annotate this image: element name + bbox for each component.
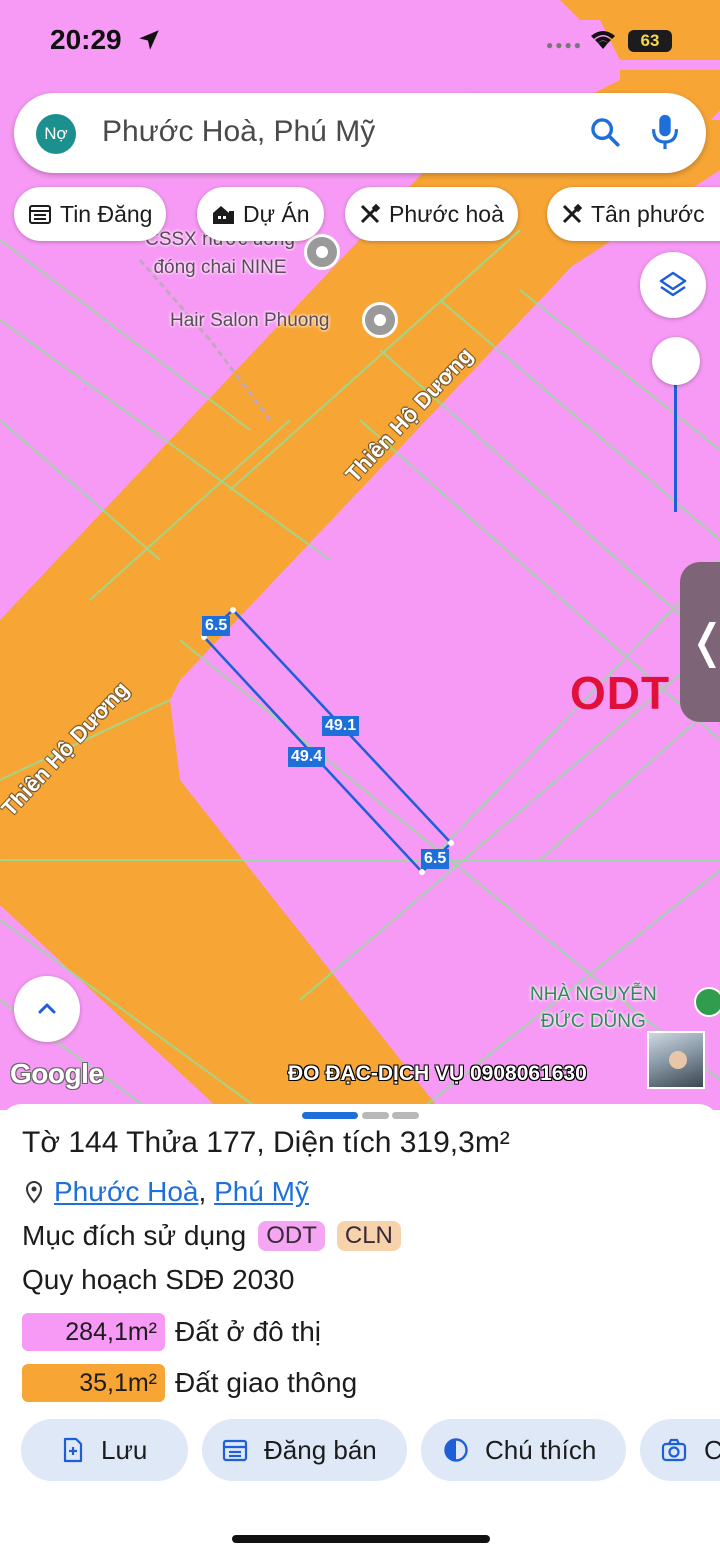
poi-label-nguyen[interactable]: NHÀ NGUYỄN ĐỨC DŨNG: [530, 981, 657, 1035]
district-link[interactable]: Phú Mỹ: [214, 1176, 309, 1208]
avatar[interactable]: Nợ: [36, 114, 76, 154]
microphone-icon[interactable]: [650, 112, 680, 152]
tools-icon: [360, 203, 381, 224]
calendar-icon: [29, 205, 51, 224]
chip-label: Tân phước: [591, 200, 705, 227]
chevron-left-icon: ❬: [688, 614, 720, 668]
tools-icon: [562, 203, 583, 224]
purpose-tag-odt[interactable]: ODT: [258, 1221, 325, 1251]
battery-icon: 63: [628, 30, 672, 52]
expand-sheet-button[interactable]: [14, 976, 80, 1042]
calendar-icon: [222, 1439, 248, 1462]
chip-label: Phước hoà: [389, 200, 504, 227]
lot-measure-bottom: 6.5: [421, 849, 450, 869]
contrast-icon: [444, 1438, 468, 1462]
signal-icon: ●●●●: [546, 38, 583, 52]
pager-dot[interactable]: [362, 1112, 389, 1119]
home-indicator[interactable]: [232, 1535, 490, 1543]
location-arrow-icon: [139, 30, 159, 50]
poi-label-nguyen-line2: ĐỨC DŨNG: [540, 1011, 646, 1032]
chevron-up-icon: [38, 1003, 56, 1014]
save-button-label: Lưu: [101, 1434, 148, 1465]
poi-label-salon[interactable]: Hair Salon Phuong: [170, 310, 330, 332]
zone-code-label: ODT: [570, 667, 671, 719]
lot-measure-left: 49.4: [288, 747, 326, 767]
chip-listings[interactable]: Tin Đăng: [14, 187, 167, 241]
lot-outline: [202, 608, 453, 874]
legend-button[interactable]: Chú thích: [421, 1419, 626, 1481]
area-row-residential: 284,1m² Đất ở đô thị: [22, 1313, 321, 1351]
wifi-icon: [591, 31, 615, 49]
side-panel-toggle[interactable]: ❬: [680, 562, 720, 722]
search-bar[interactable]: Nợ Phước Hoà, Phú Mỹ: [14, 93, 706, 173]
chip-label: Dự Án: [243, 200, 310, 227]
area-value: 284,1m²: [22, 1313, 165, 1351]
camera-icon: [661, 1438, 687, 1462]
search-icon[interactable]: [588, 115, 622, 149]
building-icon: [213, 206, 234, 224]
area-row-traffic: 35,1m² Đất giao thông: [22, 1364, 357, 1402]
capture-button-label: C: [704, 1434, 720, 1465]
legend-button-label: Chú thích: [485, 1434, 597, 1465]
watermark-text: ĐO ĐẠC-DỊCH VỤ 0908061630: [288, 1062, 587, 1085]
layers-icon: [659, 271, 687, 297]
save-button[interactable]: Lưu: [21, 1419, 188, 1481]
watermark-photo: [647, 1031, 705, 1089]
location-pin-icon: [25, 1181, 43, 1204]
opacity-slider-thumb[interactable]: [652, 337, 700, 385]
purpose-row: Mục đích sử dụng ODT CLN: [22, 1220, 401, 1252]
capture-button[interactable]: C: [640, 1419, 720, 1481]
google-logo: Google: [10, 1058, 104, 1089]
chip-tan-phuoc[interactable]: Tân phước: [547, 187, 720, 241]
post-sale-button-label: Đăng bán: [264, 1434, 377, 1465]
purpose-tag-cln[interactable]: CLN: [336, 1221, 401, 1251]
lot-measure-top: 6.5: [202, 616, 231, 636]
search-input[interactable]: Phước Hoà, Phú Mỹ: [102, 115, 375, 149]
chip-phuoc-hoa[interactable]: Phước hoà: [345, 187, 518, 241]
lot-measure-right: 49.1: [322, 716, 360, 736]
parcel-location: Phước Hoà, Phú Mỹ: [22, 1176, 309, 1208]
area-label: Đất giao thông: [175, 1367, 358, 1398]
poi-label-nguyen-line1: NHÀ NGUYỄN: [530, 984, 657, 1005]
area-value: 35,1m²: [22, 1364, 165, 1402]
status-time: 20:29: [50, 24, 122, 55]
pager-dot[interactable]: [392, 1112, 419, 1119]
area-label: Đất ở đô thị: [175, 1316, 321, 1347]
parcel-sheet: Tờ 144 Thửa 177, Diện tích 319,3m² Phước…: [0, 1104, 720, 1557]
tree-icon[interactable]: [694, 987, 720, 1017]
plan-label: Quy hoạch SDĐ 2030: [22, 1264, 295, 1295]
pager-dot-active[interactable]: [302, 1112, 358, 1119]
ward-link[interactable]: Phước Hoà: [54, 1176, 199, 1208]
poi-pin-nine[interactable]: [304, 234, 340, 270]
chip-projects[interactable]: Dự Án: [197, 187, 324, 241]
map-view[interactable]: CSSX nước uống đóng chai NINE Hair Salon…: [0, 0, 720, 1110]
add-file-icon: [63, 1437, 83, 1463]
layers-button[interactable]: [640, 252, 706, 318]
parcel-title: Tờ 144 Thửa 177, Diện tích 319,3m²: [22, 1126, 510, 1159]
location-separator: ,: [198, 1176, 215, 1207]
chip-label: Tin Đăng: [60, 200, 153, 227]
purpose-label: Mục đích sử dụng: [22, 1220, 247, 1251]
poi-pin-salon[interactable]: [362, 302, 398, 338]
post-sale-button[interactable]: Đăng bán: [202, 1419, 407, 1481]
